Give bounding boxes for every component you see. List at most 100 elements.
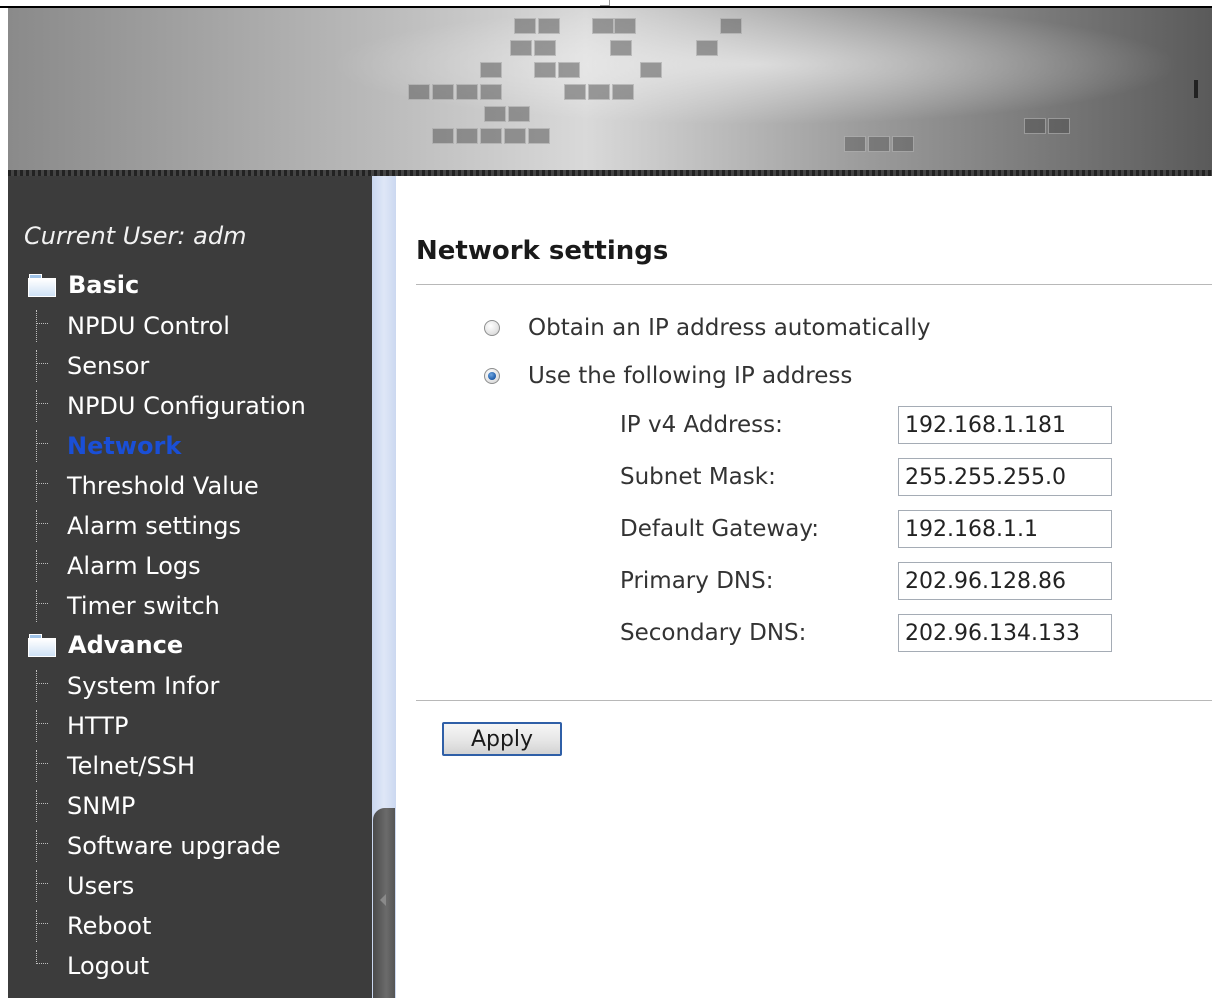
sidebar-item-network[interactable]: Network — [34, 430, 181, 462]
banner-decor — [432, 84, 454, 100]
default-gateway-label: Default Gateway: — [620, 516, 820, 542]
tree-connector — [34, 550, 64, 582]
collapse-arrow-icon — [380, 894, 386, 906]
sidebar-item-sensor[interactable]: Sensor — [34, 350, 149, 382]
secondary-dns-field[interactable] — [898, 614, 1112, 652]
banner-decor — [610, 40, 632, 56]
tree-connector — [34, 590, 64, 622]
tree-connector — [34, 750, 64, 782]
banner-decor — [592, 18, 614, 34]
primary-dns-field[interactable] — [898, 562, 1112, 600]
tree-connector — [34, 950, 64, 982]
banner-decor — [588, 84, 610, 100]
radio-unchecked-icon[interactable] — [484, 320, 500, 336]
ipv4-address-field[interactable] — [898, 406, 1112, 444]
nav-group-label: Basic — [68, 271, 140, 299]
banner-decor — [528, 128, 550, 144]
title-divider — [416, 284, 1212, 285]
banner-decor — [1048, 118, 1070, 134]
sidebar-item-label: Reboot — [67, 912, 152, 940]
radio-obtain-automatically[interactable]: Obtain an IP address automatically — [484, 313, 931, 343]
sidebar-item-snmp[interactable]: SNMP — [34, 790, 135, 822]
tree-connector — [34, 430, 64, 462]
form-divider — [416, 700, 1212, 701]
banner-decor — [1024, 118, 1046, 134]
banner-mark — [1194, 80, 1198, 98]
tree-connector — [34, 910, 64, 942]
sidebar-item-alarm-logs[interactable]: Alarm Logs — [34, 550, 201, 582]
page: Current User: adm Basic NPDU Control Sen… — [0, 0, 1212, 998]
tree-connector — [34, 350, 64, 382]
tree-connector — [34, 390, 64, 422]
sidebar-item-threshold-value[interactable]: Threshold Value — [34, 470, 259, 502]
sidebar-item-label: Timer switch — [67, 592, 220, 620]
radio-label: Use the following IP address — [528, 363, 853, 389]
banner-decor — [504, 128, 526, 144]
radio-label: Obtain an IP address automatically — [528, 315, 931, 341]
banner-decor — [720, 18, 742, 34]
primary-dns-label: Primary DNS: — [620, 568, 774, 594]
banner-decor — [514, 18, 536, 34]
banner-decor — [534, 40, 556, 56]
sidebar-item-logout[interactable]: Logout — [34, 950, 149, 982]
banner-decor — [534, 62, 556, 78]
banner-decor — [612, 84, 634, 100]
sidebar-item-label: Telnet/SSH — [67, 752, 196, 780]
sidebar-collapse-handle[interactable] — [373, 808, 395, 998]
sidebar-item-label: HTTP — [67, 712, 129, 740]
radio-use-following[interactable]: Use the following IP address — [484, 361, 852, 391]
sidebar-item-label: Software upgrade — [67, 832, 281, 860]
banner-decor — [558, 62, 580, 78]
sidebar-item-npdu-control[interactable]: NPDU Control — [34, 310, 230, 342]
sidebar-item-label: Logout — [67, 952, 150, 980]
page-title: Network settings — [416, 236, 669, 266]
banner-decor — [538, 18, 560, 34]
sidebar-item-label: System Infor — [67, 672, 220, 700]
banner-decor — [456, 128, 478, 144]
radio-checked-icon[interactable] — [484, 368, 500, 384]
tree-connector — [34, 310, 64, 342]
sidebar-item-label: NPDU Control — [67, 312, 230, 340]
page-corner-mark — [600, 0, 610, 6]
main-content: Network settings Obtain an IP address au… — [396, 176, 1212, 998]
sidebar-item-users[interactable]: Users — [34, 870, 134, 902]
banner-decor — [480, 84, 502, 100]
sidebar-item-timer-switch[interactable]: Timer switch — [34, 590, 220, 622]
default-gateway-field[interactable] — [898, 510, 1112, 548]
banner-decor — [696, 40, 718, 56]
sidebar-item-http[interactable]: HTTP — [34, 710, 128, 742]
sidebar-item-label: NPDU Configuration — [67, 392, 306, 420]
tree-connector — [34, 470, 64, 502]
subnet-mask-label: Subnet Mask: — [620, 464, 776, 490]
subnet-mask-field[interactable] — [898, 458, 1112, 496]
sidebar: Current User: adm Basic NPDU Control Sen… — [8, 176, 372, 998]
tree-connector — [34, 710, 64, 742]
sidebar-item-label: Users — [67, 872, 135, 900]
folder-icon — [28, 274, 56, 297]
banner-decor — [510, 40, 532, 56]
sidebar-item-software-upgrade[interactable]: Software upgrade — [34, 830, 281, 862]
nav-group-label: Advance — [68, 631, 184, 659]
banner-decor — [844, 136, 866, 152]
banner-decor — [432, 128, 454, 144]
sidebar-item-label: Threshold Value — [67, 472, 259, 500]
sidebar-item-label: Alarm Logs — [67, 552, 201, 580]
sidebar-item-alarm-settings[interactable]: Alarm settings — [34, 510, 241, 542]
banner-decor — [640, 62, 662, 78]
banner-decor — [480, 128, 502, 144]
banner-decor — [484, 106, 506, 122]
tree-connector — [34, 670, 64, 702]
tree-connector — [34, 790, 64, 822]
sidebar-item-label: SNMP — [67, 792, 136, 820]
sidebar-item-npdu-configuration[interactable]: NPDU Configuration — [34, 390, 306, 422]
nav-group-advance[interactable]: Advance — [28, 630, 183, 660]
sidebar-item-label: Sensor — [67, 352, 150, 380]
header-banner — [8, 8, 1212, 170]
top-rule — [0, 0, 1212, 8]
sidebar-item-reboot[interactable]: Reboot — [34, 910, 151, 942]
sidebar-item-telnet-ssh[interactable]: Telnet/SSH — [34, 750, 195, 782]
sidebar-item-system-infor[interactable]: System Infor — [34, 670, 219, 702]
nav-group-basic[interactable]: Basic — [28, 270, 139, 300]
banner-decor — [614, 18, 636, 34]
apply-button[interactable]: Apply — [442, 722, 562, 756]
